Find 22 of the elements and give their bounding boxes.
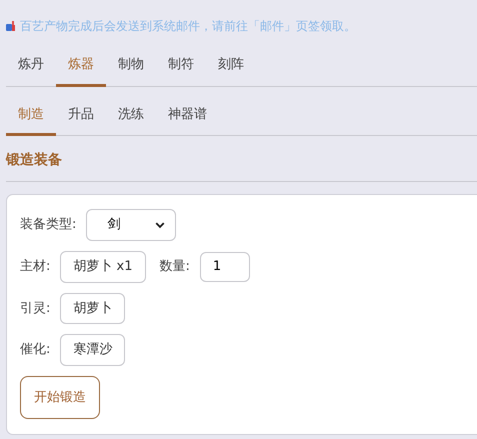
quantity-field[interactable]: 1: [200, 252, 250, 282]
field-label: 装备类型:: [20, 216, 76, 234]
start-forging-button[interactable]: 开始锻造: [20, 376, 100, 419]
tab[interactable]: 制造: [6, 98, 56, 136]
tab[interactable]: 炼丹: [6, 49, 56, 86]
tab[interactable]: 炼器: [56, 49, 106, 86]
material-picker[interactable]: 寒潭沙: [60, 334, 126, 366]
field-label: 引灵:: [20, 300, 50, 318]
notice-text: 百艺产物完成后会发送到系统邮件，请前往「邮件」页签领取。: [20, 18, 356, 35]
tab[interactable]: 洗练: [106, 98, 156, 136]
material-picker[interactable]: 胡萝卜: [60, 292, 126, 324]
equip-type-select[interactable]: 剑: [86, 209, 176, 241]
tab[interactable]: 神器谱: [156, 98, 219, 136]
tab[interactable]: 刻阵: [206, 49, 256, 86]
field-label: 主材:: [20, 258, 50, 276]
field-label: 数量:: [160, 258, 190, 276]
tab[interactable]: 制符: [156, 49, 206, 86]
field-label: 催化:: [20, 341, 50, 359]
tab[interactable]: 升品: [56, 98, 106, 136]
section-title: 锻造装备: [6, 136, 477, 182]
tab[interactable]: 制物: [106, 49, 156, 86]
material-picker[interactable]: 胡萝卜 x1: [60, 251, 146, 282]
